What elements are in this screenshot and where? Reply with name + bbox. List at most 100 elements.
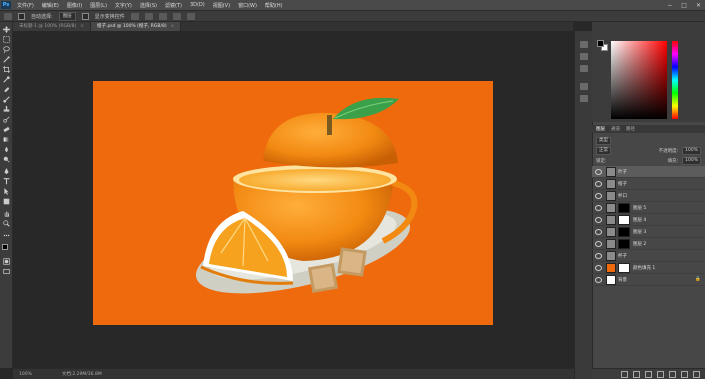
3d-mode-icon[interactable] (186, 12, 195, 20)
layer-thumbnail[interactable] (606, 214, 616, 225)
layer-thumbnail[interactable] (606, 274, 616, 285)
layer-name[interactable]: 背景 (618, 277, 627, 283)
link-layers-icon[interactable] (621, 370, 628, 378)
color-picker-field[interactable] (611, 41, 667, 119)
move-tool-preset-icon[interactable] (4, 12, 12, 20)
paragraph-panel-icon[interactable] (580, 95, 588, 102)
layer-style-icon[interactable] (633, 370, 640, 378)
screen-mode-icon[interactable] (3, 268, 10, 275)
menu-type[interactable]: 文字(Y) (111, 2, 136, 9)
gradient-icon[interactable] (3, 136, 10, 143)
foreground-color-swatch[interactable] (597, 40, 604, 47)
tab-paths[interactable]: 路径 (626, 126, 635, 132)
visibility-eye-icon[interactable] (595, 192, 602, 199)
hand-icon[interactable] (3, 210, 10, 217)
layer-thumbnail[interactable] (606, 178, 616, 189)
layer-name[interactable]: 叶子 (618, 169, 627, 175)
zoom-level[interactable]: 100% (19, 372, 32, 377)
tab-orange[interactable]: 橙子.psd @ 100% (橙子, RGB/8) × (91, 22, 182, 31)
align-left-icon[interactable] (130, 12, 139, 20)
layer-thumbnail[interactable] (606, 190, 616, 201)
quick-select-icon[interactable] (3, 56, 10, 63)
layer-row[interactable]: 杯子 (592, 250, 705, 262)
visibility-eye-icon[interactable] (595, 252, 602, 259)
history-panel-icon[interactable] (580, 41, 588, 48)
clone-stamp-icon[interactable] (3, 106, 10, 113)
visibility-eye-icon[interactable] (595, 216, 602, 223)
opacity-input[interactable]: 100% (682, 146, 701, 155)
new-layer-icon[interactable] (681, 370, 688, 378)
tab-untitled[interactable]: 未标题-1 @ 100% (RGB/8) × (13, 22, 92, 31)
blur-icon[interactable] (3, 146, 10, 153)
layer-thumbnail[interactable] (606, 226, 616, 237)
minimize-button[interactable]: − (667, 2, 672, 9)
menu-edit[interactable]: 编辑(E) (38, 2, 63, 9)
layer-mask-thumbnail[interactable] (618, 202, 630, 213)
kind-filter-dropdown[interactable]: 类型 (596, 136, 611, 145)
layer-row[interactable]: 图层 4 (592, 214, 705, 226)
marquee-icon[interactable] (3, 36, 10, 43)
menu-file[interactable]: 文件(F) (13, 2, 38, 9)
layer-thumbnail[interactable] (606, 262, 616, 273)
delete-layer-icon[interactable] (693, 370, 700, 378)
close-button[interactable]: ✕ (696, 2, 701, 9)
healing-brush-icon[interactable] (3, 86, 10, 93)
add-mask-icon[interactable] (645, 370, 652, 378)
menu-layer[interactable]: 图层(L) (86, 2, 111, 9)
visibility-eye-icon[interactable] (595, 228, 602, 235)
layer-mask-thumbnail[interactable] (618, 214, 630, 225)
layer-mask-thumbnail[interactable] (618, 262, 630, 273)
foreground-color-swatch[interactable] (2, 244, 8, 250)
brush-icon[interactable] (3, 96, 10, 103)
layer-row[interactable]: 颜色填充 1 (592, 262, 705, 274)
visibility-eye-icon[interactable] (595, 264, 602, 271)
hue-slider[interactable] (672, 41, 678, 119)
auto-select-dropdown[interactable]: 图层 (58, 11, 76, 21)
move-icon[interactable] (3, 26, 10, 33)
layer-row[interactable]: 图层 3 (592, 226, 705, 238)
layer-thumbnail[interactable] (606, 238, 616, 249)
layer-name[interactable]: 图层 3 (633, 229, 646, 235)
layer-name[interactable]: 图层 5 (633, 205, 646, 211)
fill-input[interactable]: 100% (682, 156, 701, 165)
type-icon[interactable] (3, 178, 10, 185)
menu-view[interactable]: 视图(V) (209, 2, 234, 9)
show-transform-checkbox[interactable] (81, 12, 89, 20)
visibility-eye-icon[interactable] (595, 240, 602, 247)
adjustment-layer-icon[interactable] (657, 370, 664, 378)
align-right-icon[interactable] (158, 12, 167, 20)
document-info[interactable]: 文档:2.29M/36.8M (62, 371, 102, 377)
crop-icon[interactable] (3, 66, 10, 73)
menu-filter[interactable]: 滤镜(T) (161, 2, 186, 9)
close-tab-icon[interactable]: × (171, 24, 175, 29)
shape-icon[interactable] (3, 198, 10, 205)
layer-name[interactable]: 橙子 (618, 181, 627, 187)
zoom-icon[interactable] (3, 220, 10, 227)
tab-channels[interactable]: 通道 (611, 126, 620, 132)
menu-select[interactable]: 选择(S) (136, 2, 161, 9)
close-tab-icon[interactable]: × (80, 24, 84, 29)
layer-row[interactable]: 背景 🔒 (592, 274, 705, 286)
visibility-eye-icon[interactable] (595, 168, 602, 175)
layer-row[interactable]: 叶子 (592, 166, 705, 178)
visibility-eye-icon[interactable] (595, 276, 602, 283)
character-panel-icon[interactable] (580, 83, 588, 90)
path-select-icon[interactable] (3, 188, 10, 195)
new-group-icon[interactable] (669, 370, 676, 378)
layer-thumbnail[interactable] (606, 202, 616, 213)
visibility-eye-icon[interactable] (595, 180, 602, 187)
lasso-icon[interactable] (3, 46, 10, 53)
tab-layers[interactable]: 图层 (596, 126, 605, 132)
lock-icon[interactable]: 🔒 (695, 277, 701, 282)
layer-row[interactable]: 杯口 (592, 190, 705, 202)
history-brush-icon[interactable] (3, 116, 10, 123)
menu-image[interactable]: 图像(I) (63, 2, 86, 9)
pen-icon[interactable] (3, 168, 10, 175)
layer-name[interactable]: 颜色填充 1 (633, 265, 655, 271)
layer-name[interactable]: 图层 2 (633, 241, 646, 247)
layer-row[interactable]: 图层 5 (592, 202, 705, 214)
layer-name[interactable]: 杯口 (618, 193, 627, 199)
layer-name[interactable]: 杯子 (618, 253, 627, 259)
menu-help[interactable]: 帮助(H) (261, 2, 287, 9)
layer-thumbnail[interactable] (606, 250, 616, 261)
